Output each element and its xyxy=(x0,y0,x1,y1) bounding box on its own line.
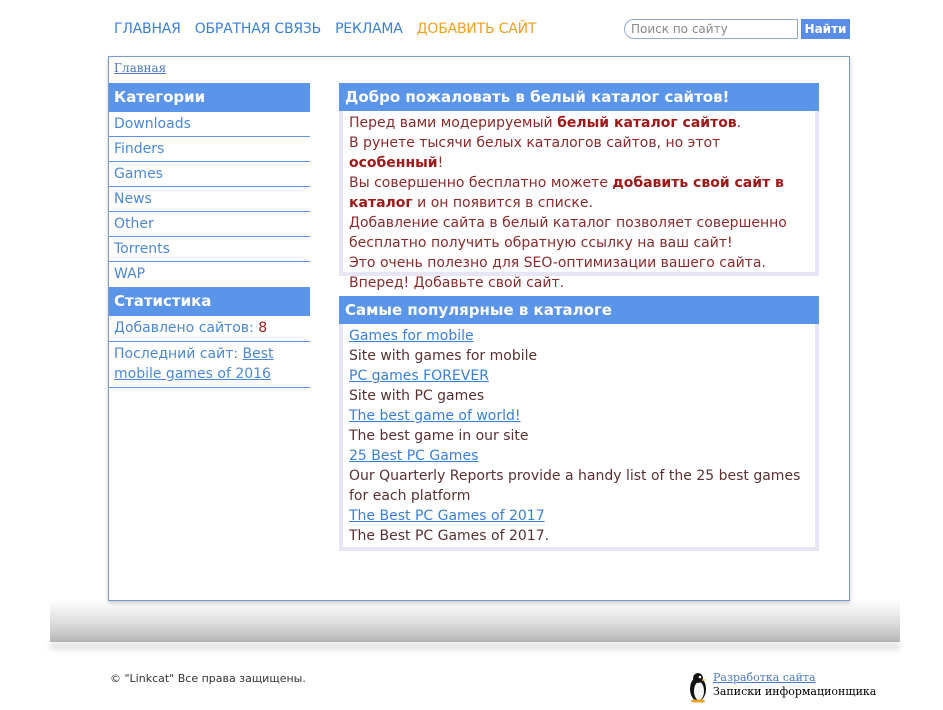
category-link[interactable]: Torrents xyxy=(114,241,170,257)
statistics-heading: Статистика xyxy=(109,287,310,316)
list-item: PC games FOREVER Site with PC games xyxy=(349,366,809,406)
welcome-emphasis: белый каталог сайтов xyxy=(557,115,737,131)
popular-site-desc: Our Quarterly Reports provide a handy li… xyxy=(349,468,801,504)
popular-site-desc: Site with games for mobile xyxy=(349,348,538,364)
stat-last-site: Последний сайт: Best mobile games of 201… xyxy=(109,342,310,388)
panel-shadow xyxy=(50,600,900,642)
popular-site-link[interactable]: Games for mobile xyxy=(349,328,474,344)
category-link[interactable]: Other xyxy=(114,216,154,232)
category-link[interactable]: Games xyxy=(114,166,163,182)
stat-last-label: Последний сайт: xyxy=(114,346,243,362)
popular-site-link[interactable]: The best game of world! xyxy=(349,408,521,424)
sidebar-item-torrents: Torrents xyxy=(109,237,310,262)
list-item: Games for mobile Site with games for mob… xyxy=(349,326,809,366)
stat-added-count: 8 xyxy=(258,320,268,336)
search-button[interactable]: Найти xyxy=(801,19,850,39)
welcome-text-part: ! xyxy=(437,155,444,171)
list-item: 25 Best PC Games Our Quarterly Reports p… xyxy=(349,446,809,506)
credit-link[interactable]: Разработка сайта xyxy=(713,671,816,684)
sidebar-item-downloads: Downloads xyxy=(109,112,310,137)
list-item: The Best PC Games of 2017 The Best PC Ga… xyxy=(349,506,809,546)
popular-site-link[interactable]: 25 Best PC Games xyxy=(349,448,478,464)
credit-text: Разработка сайта Записки информационщика xyxy=(713,671,876,703)
developer-credit: Разработка сайта Записки информационщика xyxy=(687,671,876,703)
popular-site-desc: The best game in our site xyxy=(349,428,529,444)
sidebar-item-news: News xyxy=(109,187,310,212)
welcome-box: Добро пожаловать в белый каталог сайтов!… xyxy=(339,83,819,291)
search-input[interactable] xyxy=(624,19,798,39)
popular-site-desc: Site with PC games xyxy=(349,388,485,404)
welcome-text-part: и он появится в списке. xyxy=(412,195,593,211)
categories-heading: Категории xyxy=(109,83,310,112)
welcome-text: Перед вами модерируемый белый каталог са… xyxy=(343,111,815,297)
footer-copyright: © "Linkcat" Все права защищены. xyxy=(110,672,306,685)
list-item: The best game of world! The best game in… xyxy=(349,406,809,446)
top-nav: ГЛАВНАЯ ОБРАТНАЯ СВЯЗЬ РЕКЛАМА ДОБАВИТЬ … xyxy=(114,21,536,39)
welcome-text-part: В рунете тысячи белых каталогов сайтов, … xyxy=(349,135,721,151)
welcome-emphasis: особенный xyxy=(349,155,438,171)
popular-site-link[interactable]: PC games FOREVER xyxy=(349,368,489,384)
popular-site-desc: The Best PC Games of 2017. xyxy=(349,528,550,544)
breadcrumb: Главная xyxy=(114,61,166,75)
search-form: Найти xyxy=(624,19,850,39)
popular-box: Самые популярные в каталоге Games for mo… xyxy=(339,296,819,551)
nav-advertising[interactable]: РЕКЛАМА xyxy=(335,21,403,39)
main-panel: Главная Категории Downloads Finders Game… xyxy=(108,56,850,601)
nav-feedback[interactable]: ОБРАТНАЯ СВЯЗЬ xyxy=(195,21,322,39)
popular-list: Games for mobile Site with games for mob… xyxy=(343,324,815,550)
nav-home[interactable]: ГЛАВНАЯ xyxy=(114,21,181,39)
stat-sites-added: Добавлено сайтов: 8 xyxy=(109,316,310,342)
sidebar-item-other: Other xyxy=(109,212,310,237)
popular-title: Самые популярные в каталоге xyxy=(339,296,819,324)
sidebar-item-games: Games xyxy=(109,162,310,187)
welcome-title: Добро пожаловать в белый каталог сайтов! xyxy=(339,83,819,111)
welcome-text-line: Добавление сайта в белый каталог позволя… xyxy=(349,215,787,251)
category-link[interactable]: Finders xyxy=(114,141,164,157)
welcome-text-line: Вперед! Добавьте свой сайт. xyxy=(349,275,565,291)
sidebar-item-finders: Finders xyxy=(109,137,310,162)
welcome-text-part: Вы совершенно бесплатно можете xyxy=(349,175,613,191)
sidebar: Категории Downloads Finders Games News O… xyxy=(109,83,310,388)
penguin-icon xyxy=(687,671,709,703)
welcome-text-line: Это очень полезно для SEO-оптимизации ва… xyxy=(349,255,766,271)
breadcrumb-home-link[interactable]: Главная xyxy=(114,61,166,75)
category-link[interactable]: Downloads xyxy=(114,116,191,132)
category-link[interactable]: News xyxy=(114,191,152,207)
popular-site-link[interactable]: The Best PC Games of 2017 xyxy=(349,508,545,524)
welcome-text-part: Перед вами модерируемый xyxy=(349,115,558,131)
category-link[interactable]: WAP xyxy=(114,266,145,282)
sidebar-item-wap: WAP xyxy=(109,262,310,287)
stat-added-label: Добавлено сайтов: xyxy=(114,320,259,336)
nav-add-site[interactable]: ДОБАВИТЬ САЙТ xyxy=(417,21,537,39)
welcome-text-part: . xyxy=(736,115,742,131)
credit-subtitle: Записки информационщика xyxy=(713,685,877,698)
